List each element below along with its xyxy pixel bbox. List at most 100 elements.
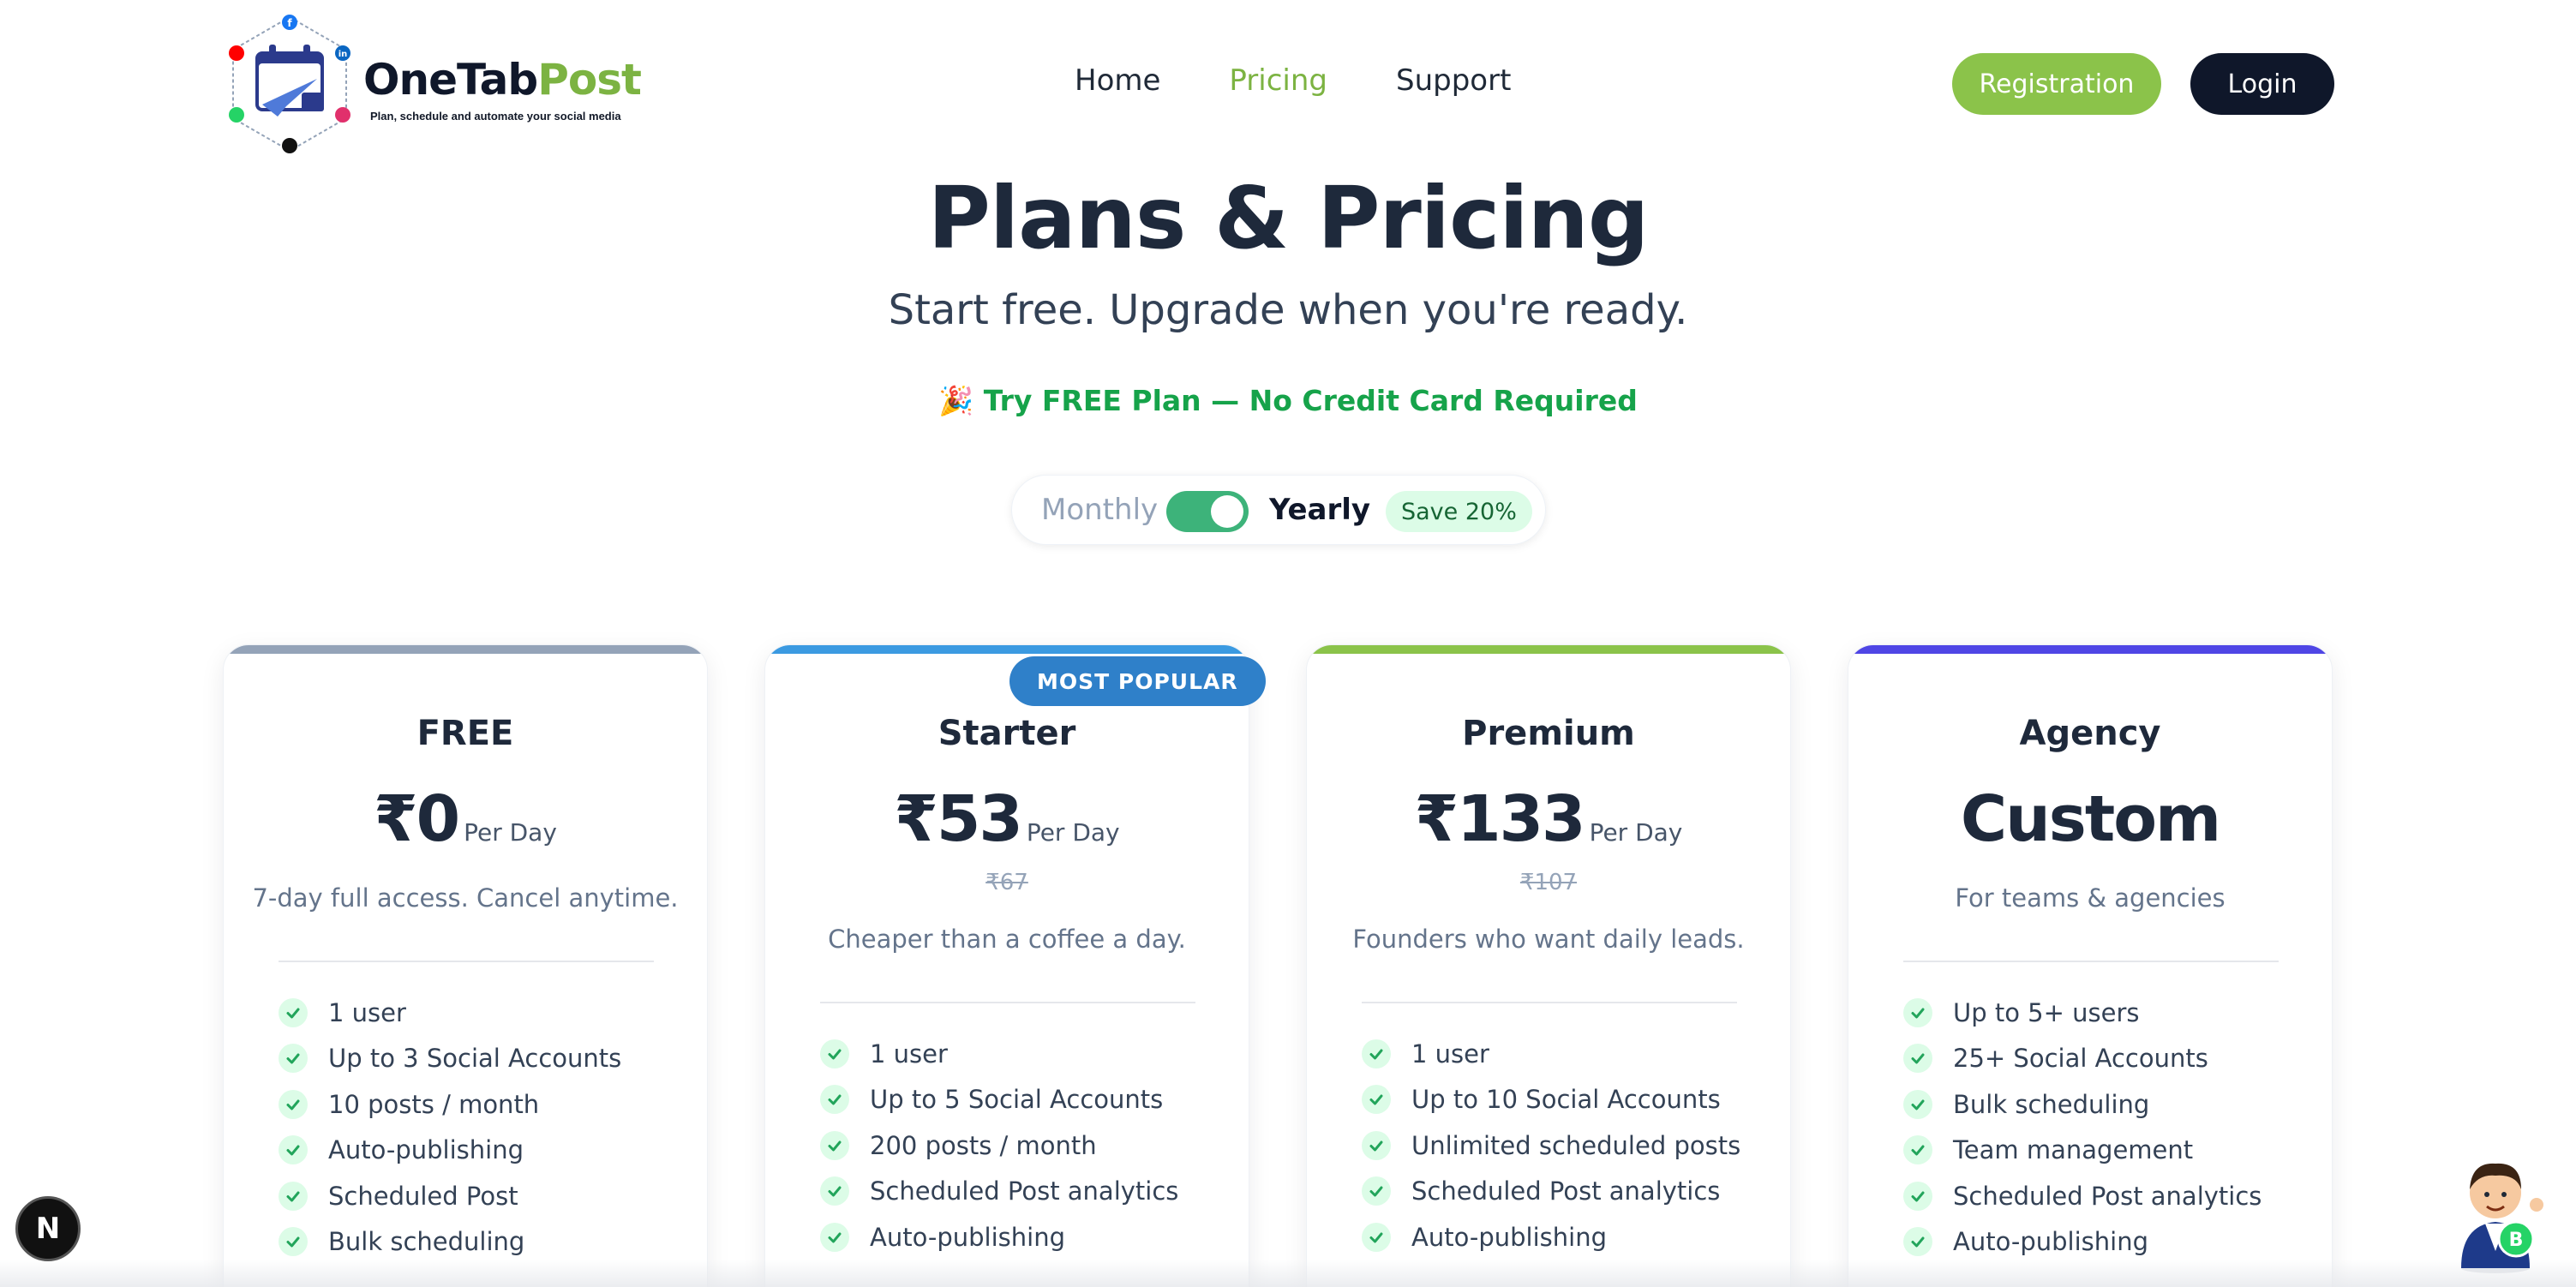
feature-label: Auto-publishing bbox=[870, 1222, 1065, 1252]
check-icon bbox=[1362, 1176, 1391, 1206]
monthly-option[interactable]: Monthly bbox=[1041, 493, 1158, 527]
feature-item: Auto-publishing bbox=[1362, 1214, 1740, 1260]
plan-description: Cheaper than a coffee a day. bbox=[828, 925, 1186, 954]
dev-tools-n-icon[interactable]: N bbox=[15, 1196, 81, 1261]
nav-support[interactable]: Support bbox=[1396, 63, 1511, 98]
bottom-fade bbox=[0, 1260, 2576, 1287]
nav-pricing[interactable]: Pricing bbox=[1229, 63, 1327, 98]
feature-label: Auto-publishing bbox=[1411, 1222, 1607, 1252]
feature-item: 200 posts / month bbox=[820, 1122, 1178, 1169]
feature-label: Scheduled Post bbox=[328, 1181, 518, 1211]
brand-logo[interactable]: f in OneTabPost Plan, schedule and autom… bbox=[221, 10, 642, 158]
feature-item: 10 posts / month bbox=[279, 1081, 621, 1128]
whatsapp-assistant-icon[interactable]: B bbox=[2444, 1140, 2547, 1277]
check-icon bbox=[279, 1135, 308, 1165]
plan-card-free: FREE ₹0 Per Day 7-day full access. Cancel… bbox=[223, 644, 708, 1287]
feature-label: Team management bbox=[1953, 1135, 2194, 1165]
plan-name: FREE bbox=[416, 714, 514, 753]
feature-label: Scheduled Post analytics bbox=[1411, 1176, 1721, 1206]
feature-item: Up to 3 Social Accounts bbox=[279, 1036, 621, 1082]
feature-item: Bulk scheduling bbox=[279, 1219, 621, 1266]
switch-knob bbox=[1211, 495, 1243, 528]
brand-tagline: Plan, schedule and automate your social … bbox=[370, 110, 621, 123]
feature-item: Scheduled Post analytics bbox=[1903, 1173, 2261, 1219]
feature-label: 10 posts / month bbox=[328, 1089, 540, 1119]
feature-item: Scheduled Post bbox=[279, 1173, 621, 1219]
check-icon bbox=[1362, 1222, 1391, 1252]
billing-switch[interactable] bbox=[1166, 491, 1249, 532]
feature-label: Unlimited scheduled posts bbox=[1411, 1130, 1741, 1160]
check-icon bbox=[820, 1130, 849, 1160]
check-icon bbox=[1903, 1181, 1932, 1211]
main-nav: Home Pricing Support bbox=[1075, 63, 1511, 98]
feature-list: 1 user Up to 5 Social Accounts 200 posts /… bbox=[820, 1031, 1178, 1260]
check-icon bbox=[820, 1176, 849, 1206]
login-button[interactable]: Login bbox=[2190, 53, 2334, 115]
original-price: ₹107 bbox=[1519, 870, 1578, 895]
svg-text:B: B bbox=[2509, 1230, 2524, 1251]
check-icon bbox=[820, 1222, 849, 1252]
card-accent-bar bbox=[1307, 645, 1790, 654]
card-accent-bar bbox=[765, 645, 1249, 654]
feature-label: Auto-publishing bbox=[1953, 1227, 2148, 1257]
feature-label: 1 user bbox=[1411, 1039, 1489, 1069]
svg-text:f: f bbox=[287, 17, 292, 29]
price-period: Per Day bbox=[464, 818, 557, 847]
feature-item: Scheduled Post analytics bbox=[1362, 1169, 1740, 1215]
card-divider bbox=[820, 1002, 1195, 1003]
check-icon bbox=[279, 1044, 308, 1074]
svg-text:in: in bbox=[338, 50, 348, 59]
card-divider bbox=[1362, 1002, 1737, 1003]
check-icon bbox=[1903, 1227, 1932, 1257]
price-amount: ₹53 bbox=[894, 782, 1022, 856]
feature-label: 1 user bbox=[328, 997, 406, 1027]
page-title: Plans & Pricing bbox=[927, 168, 1650, 268]
feature-label: 200 posts / month bbox=[870, 1130, 1097, 1160]
check-icon bbox=[1362, 1085, 1391, 1115]
feature-label: Bulk scheduling bbox=[1953, 1089, 2150, 1119]
feature-label: Up to 10 Social Accounts bbox=[1411, 1085, 1721, 1115]
check-icon bbox=[1903, 1089, 1932, 1119]
plan-name: Starter bbox=[938, 714, 1076, 753]
brand-name: OneTabPost bbox=[363, 55, 642, 105]
price-amount: Custom bbox=[1960, 782, 2221, 856]
feature-item: Unlimited scheduled posts bbox=[1362, 1122, 1740, 1169]
check-icon bbox=[1362, 1130, 1391, 1160]
feature-item: Up to 10 Social Accounts bbox=[1362, 1077, 1740, 1123]
feature-item: Up to 5+ users bbox=[1903, 990, 2261, 1036]
plan-price: ₹53 Per Day bbox=[765, 782, 1249, 856]
feature-item: 1 user bbox=[1362, 1031, 1740, 1077]
check-icon bbox=[1903, 1135, 1932, 1165]
feature-item: 1 user bbox=[279, 990, 621, 1036]
feature-list: 1 user Up to 10 Social Accounts Unlimited … bbox=[1362, 1031, 1740, 1260]
nav-home[interactable]: Home bbox=[1075, 63, 1160, 98]
party-popper-icon: 🎉 bbox=[938, 384, 974, 417]
feature-item: Up to 5 Social Accounts bbox=[820, 1077, 1178, 1123]
plan-price: ₹133 Per Day bbox=[1307, 782, 1790, 856]
feature-label: Auto-publishing bbox=[328, 1135, 524, 1165]
registration-button[interactable]: Registration bbox=[1952, 53, 2161, 115]
plan-price: Custom bbox=[1848, 782, 2332, 856]
feature-label: Up to 5+ users bbox=[1953, 997, 2140, 1027]
free-plan-promo[interactable]: 🎉 Try FREE Plan — No Credit Card Require… bbox=[0, 384, 2576, 418]
feature-item: 25+ Social Accounts bbox=[1903, 1036, 2261, 1082]
plan-card-premium: Premium ₹133 Per Day ₹107 Founders who wa… bbox=[1306, 644, 1791, 1287]
plan-card-starter: Starter ₹53 Per Day ₹67 Cheaper than a co… bbox=[764, 644, 1249, 1287]
feature-label: Bulk scheduling bbox=[328, 1227, 525, 1257]
feature-label: Scheduled Post analytics bbox=[870, 1176, 1179, 1206]
feature-item: Team management bbox=[1903, 1128, 2261, 1174]
plan-description: For teams & agencies bbox=[1955, 883, 2226, 913]
feature-item: Auto-publishing bbox=[1903, 1219, 2261, 1266]
card-accent-bar bbox=[1848, 645, 2332, 654]
page-subtitle: Start free. Upgrade when you're ready. bbox=[888, 286, 1688, 334]
feature-list: 1 user Up to 3 Social Accounts 10 posts / … bbox=[279, 990, 621, 1265]
feature-list: Up to 5+ users 25+ Social Accounts Bulk sc… bbox=[1903, 990, 2261, 1265]
check-icon bbox=[279, 1227, 308, 1257]
check-icon bbox=[1903, 1044, 1932, 1074]
feature-item: 1 user bbox=[820, 1031, 1178, 1077]
yearly-option[interactable]: Yearly bbox=[1269, 493, 1370, 527]
feature-item: Scheduled Post analytics bbox=[820, 1169, 1178, 1215]
feature-label: 25+ Social Accounts bbox=[1953, 1044, 2208, 1074]
plan-description: 7-day full access. Cancel anytime. bbox=[252, 883, 679, 913]
plan-name: Agency bbox=[2019, 714, 2161, 753]
